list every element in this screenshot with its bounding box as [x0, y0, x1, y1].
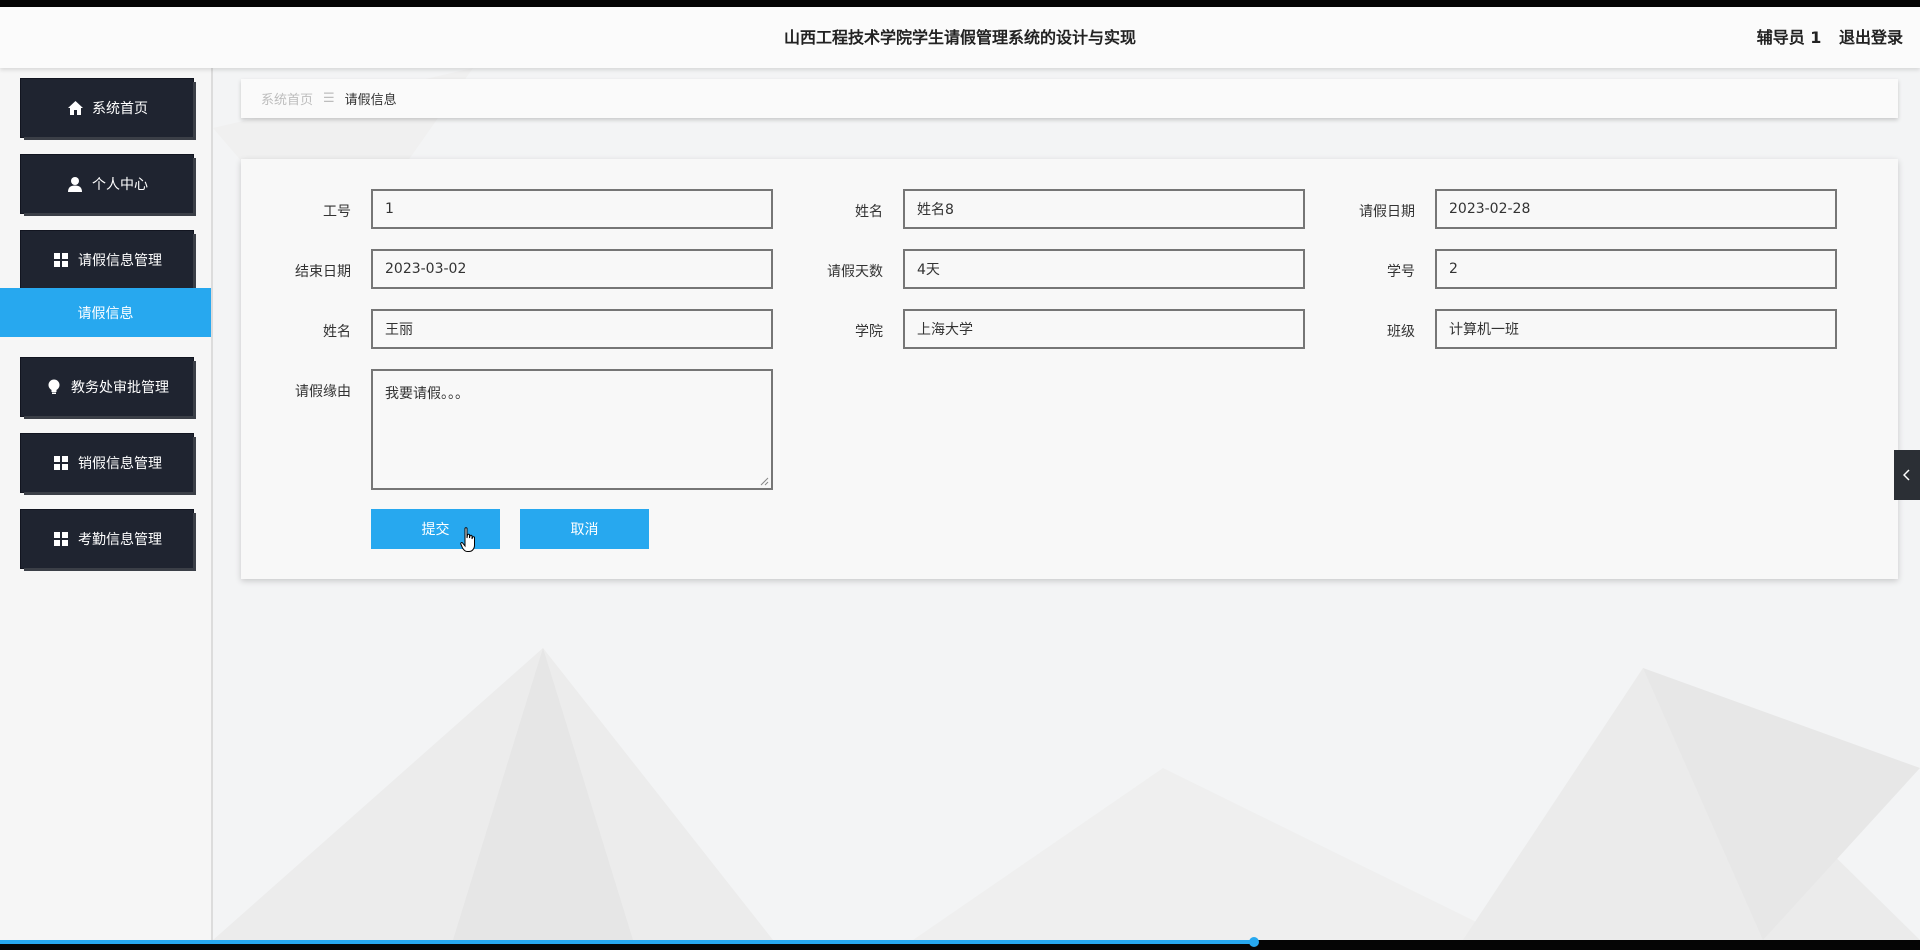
jieshu-riqi-field[interactable]: 2023-03-02 [371, 249, 773, 289]
yuanyou-textarea[interactable]: 我要请假。。。 [371, 369, 773, 490]
sidebar-item-label: 个人中心 [92, 177, 148, 193]
lightbulb-icon [45, 378, 63, 396]
top-edge [0, 0, 1920, 7]
resize-handle-icon[interactable] [760, 477, 769, 486]
video-progress-bar[interactable] [0, 937, 1920, 950]
qingjia-tianshu-field[interactable]: 4天 [903, 249, 1305, 289]
sidebar: 系统首页 个人中心 请假信息管理 请假信息 教务处审批管理 销假信息管理 考勤信… [0, 68, 213, 940]
logout-link[interactable]: 退出登录 [1839, 28, 1903, 47]
sidebar-item-label: 请假信息管理 [78, 253, 162, 269]
username: 辅导员 1 [1756, 28, 1822, 47]
chevron-left-icon [1902, 466, 1911, 485]
gonghao-label: 工号 [323, 204, 351, 220]
grid-icon [52, 454, 70, 472]
video-progress-fill [0, 940, 1254, 944]
qingjia-tianshu-label: 请假天数 [827, 264, 883, 280]
submit-button[interactable]: 提交 [371, 509, 500, 549]
xingming-field[interactable]: 姓名8 [903, 189, 1305, 229]
sidebar-item-label: 系统首页 [92, 101, 148, 117]
video-progress-handle[interactable] [1248, 937, 1259, 947]
student-name-field[interactable]: 王丽 [371, 309, 773, 349]
student-name-label: 姓名 [323, 324, 351, 340]
breadcrumb-current: 请假信息 [344, 93, 397, 108]
breadcrumb: 系统首页 ☰ 请假信息 [241, 79, 1898, 118]
banji-label: 班级 [1387, 324, 1415, 340]
qingjia-riqi-field[interactable]: 2023-02-28 [1435, 189, 1837, 229]
grid-icon [52, 530, 70, 548]
sidebar-item-attendance-management[interactable]: 考勤信息管理 [21, 510, 193, 568]
breadcrumb-home[interactable]: 系统首页 [261, 89, 313, 108]
qingjia-riqi-label: 请假日期 [1359, 204, 1415, 220]
home-icon [66, 99, 84, 117]
sidebar-item-approval-management[interactable]: 教务处审批管理 [21, 358, 193, 416]
leave-form: 工号 1 姓名 姓名8 请假日期 2023-02-28 结束日期 2023-03… [241, 159, 1898, 579]
sidebar-item-home[interactable]: 系统首页 [21, 79, 193, 137]
cancel-button[interactable]: 取消 [520, 509, 649, 549]
page-title: 山西工程技术学院学生请假管理系统的设计与实现 [783, 28, 1136, 47]
sidebar-item-label: 考勤信息管理 [78, 532, 162, 548]
sidebar-item-profile[interactable]: 个人中心 [21, 155, 193, 213]
sidebar-item-cancel-leave-management[interactable]: 销假信息管理 [21, 434, 193, 492]
user-area: 辅导员 1 退出登录 [1757, 7, 1903, 68]
breadcrumb-separator-icon: ☰ [323, 91, 335, 106]
collapse-tab[interactable] [1894, 450, 1920, 500]
sidebar-subitem-leave-info[interactable]: 请假信息 [0, 288, 211, 337]
yuanyou-text: 我要请假。。。 [385, 386, 469, 402]
xuehao-label: 学号 [1387, 264, 1415, 280]
header: 山西工程技术学院学生请假管理系统的设计与实现 辅导员 1 退出登录 [0, 7, 1920, 68]
user-icon [66, 175, 84, 193]
grid-icon [52, 251, 70, 269]
gonghao-field[interactable]: 1 [371, 189, 773, 229]
banji-field[interactable]: 计算机一班 [1435, 309, 1837, 349]
sidebar-item-leave-management[interactable]: 请假信息管理 [21, 231, 193, 289]
jieshu-riqi-label: 结束日期 [295, 264, 351, 280]
xingming-label: 姓名 [855, 204, 883, 220]
xueyuan-field[interactable]: 上海大学 [903, 309, 1305, 349]
sidebar-item-label: 教务处审批管理 [71, 380, 169, 396]
hand-cursor-icon [460, 527, 475, 552]
xueyuan-label: 学院 [855, 324, 883, 340]
yuanyou-label: 请假缘由 [295, 384, 351, 400]
sidebar-item-label: 销假信息管理 [78, 456, 162, 472]
xuehao-field[interactable]: 2 [1435, 249, 1837, 289]
